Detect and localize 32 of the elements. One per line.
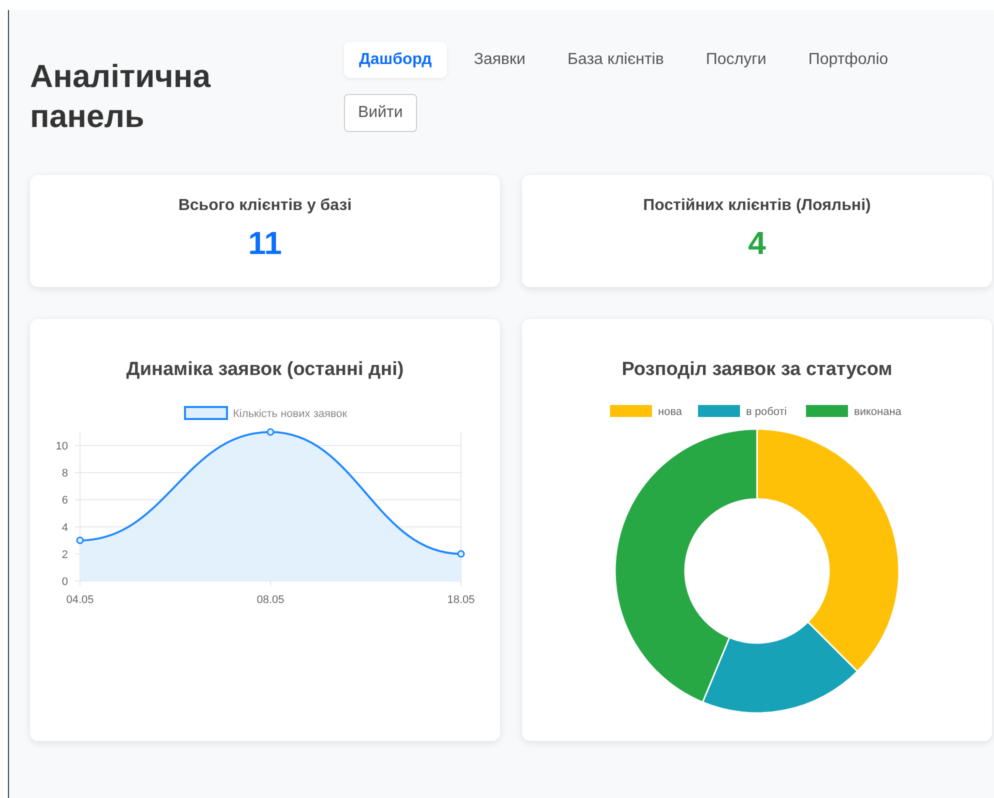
stat-value: 11	[248, 225, 282, 262]
legend-label: нова	[658, 406, 683, 418]
legend-label: виконана	[854, 406, 902, 418]
axis-tick-label: 10	[56, 440, 68, 453]
page-title: Аналітична панель	[30, 57, 212, 136]
axis-tick-label: 6	[62, 494, 68, 507]
axis-tick-label: 2	[62, 548, 68, 561]
legend-item[interactable]: в роботі	[698, 405, 787, 418]
data-point	[266, 428, 274, 436]
logout-button[interactable]: Вийти	[344, 94, 417, 132]
data-point	[457, 550, 465, 558]
legend-item[interactable]: Кількість нових заявок	[184, 406, 348, 420]
legend-label: в роботі	[746, 406, 787, 418]
stat-label: Постійних клієнтів (Лояльні)	[643, 197, 871, 215]
legend-item[interactable]: виконана	[806, 405, 902, 418]
stat-label: Всього клієнтів у базі	[178, 197, 352, 215]
axis-tick-label: 08.05	[256, 594, 284, 606]
chart-title: Динаміка заявок (останні дні)	[126, 359, 404, 381]
legend-label: Кількість нових заявок	[233, 408, 348, 420]
nav-tab[interactable]: Послуги	[690, 42, 782, 78]
stat-value: 4	[748, 225, 766, 262]
axis-tick-label: 0	[62, 576, 68, 588]
nav-tab[interactable]: Заявки	[458, 42, 540, 78]
axis-tick-label: 18.05	[447, 594, 475, 606]
axis-tick-label: 4	[62, 522, 68, 534]
axis-tick-label: 8	[62, 468, 68, 480]
nav-tab[interactable]: Дашборд	[344, 42, 447, 78]
nav-tab[interactable]: База клієнтів	[552, 42, 679, 78]
axis-tick-label: 04.05	[66, 594, 94, 606]
chart-title: Розподіл заявок за статусом	[622, 359, 892, 381]
nav-tab[interactable]: Портфоліо	[793, 42, 904, 78]
data-point	[76, 536, 84, 544]
